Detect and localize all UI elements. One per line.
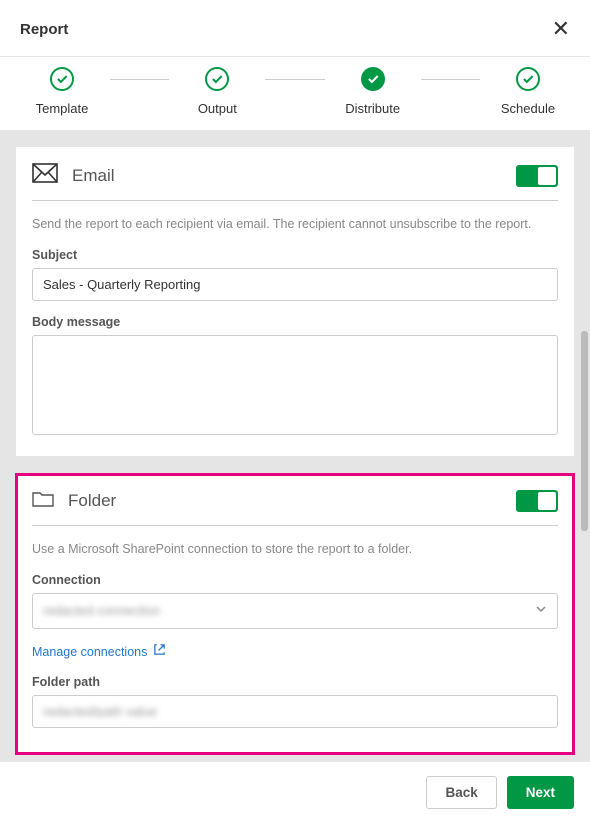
subject-input[interactable]: [32, 268, 558, 301]
chevron-down-icon: [535, 602, 547, 620]
folder-description: Use a Microsoft SharePoint connection to…: [32, 540, 558, 559]
folder-card: Folder Use a Microsoft SharePoint connec…: [16, 474, 574, 754]
check-icon: [361, 67, 385, 91]
step-label: Template: [36, 101, 89, 116]
close-icon: ✕: [552, 16, 570, 41]
stepper: Template Output Distribute Schedule: [0, 56, 590, 131]
step-connector: [110, 79, 169, 80]
manage-connections-link[interactable]: Manage connections: [32, 643, 558, 661]
external-link-icon: [153, 643, 166, 661]
body-textarea[interactable]: [32, 335, 558, 435]
close-button[interactable]: ✕: [552, 18, 570, 40]
step-label: Schedule: [501, 101, 555, 116]
toggle-knob: [538, 167, 556, 185]
folder-card-header: Folder: [32, 490, 558, 526]
step-label: Distribute: [345, 101, 400, 116]
folder-card-title: Folder: [68, 491, 116, 511]
manage-connections-label: Manage connections: [32, 645, 147, 659]
step-distribute[interactable]: Distribute: [329, 67, 417, 116]
folder-icon: [32, 490, 54, 513]
email-toggle[interactable]: [516, 165, 558, 187]
folder-toggle[interactable]: [516, 490, 558, 512]
step-connector: [265, 79, 324, 80]
dialog-title: Report: [20, 21, 68, 38]
email-card: Email Send the report to each recipient …: [16, 147, 574, 456]
content-area[interactable]: Email Send the report to each recipient …: [0, 131, 590, 762]
email-card-header: Email: [32, 163, 558, 201]
connection-label: Connection: [32, 573, 558, 587]
folder-path-value: redacted/path value: [43, 704, 157, 719]
email-icon: [32, 163, 58, 188]
step-connector: [421, 79, 480, 80]
step-output[interactable]: Output: [173, 67, 261, 116]
check-icon: [205, 67, 229, 91]
back-button[interactable]: Back: [426, 776, 496, 809]
step-schedule[interactable]: Schedule: [484, 67, 572, 116]
subject-label: Subject: [32, 248, 558, 262]
step-label: Output: [198, 101, 237, 116]
folder-path-input[interactable]: redacted/path value: [32, 695, 558, 728]
check-icon: [50, 67, 74, 91]
toggle-knob: [538, 492, 556, 510]
folder-path-label: Folder path: [32, 675, 558, 689]
email-description: Send the report to each recipient via em…: [32, 215, 558, 234]
dialog-header: Report ✕: [0, 0, 590, 56]
scrollbar-thumb[interactable]: [581, 331, 588, 531]
connection-value: redacted connection: [43, 603, 160, 618]
body-label: Body message: [32, 315, 558, 329]
check-icon: [516, 67, 540, 91]
step-template[interactable]: Template: [18, 67, 106, 116]
email-card-title: Email: [72, 166, 115, 186]
connection-select[interactable]: redacted connection: [32, 593, 558, 629]
next-button[interactable]: Next: [507, 776, 574, 809]
